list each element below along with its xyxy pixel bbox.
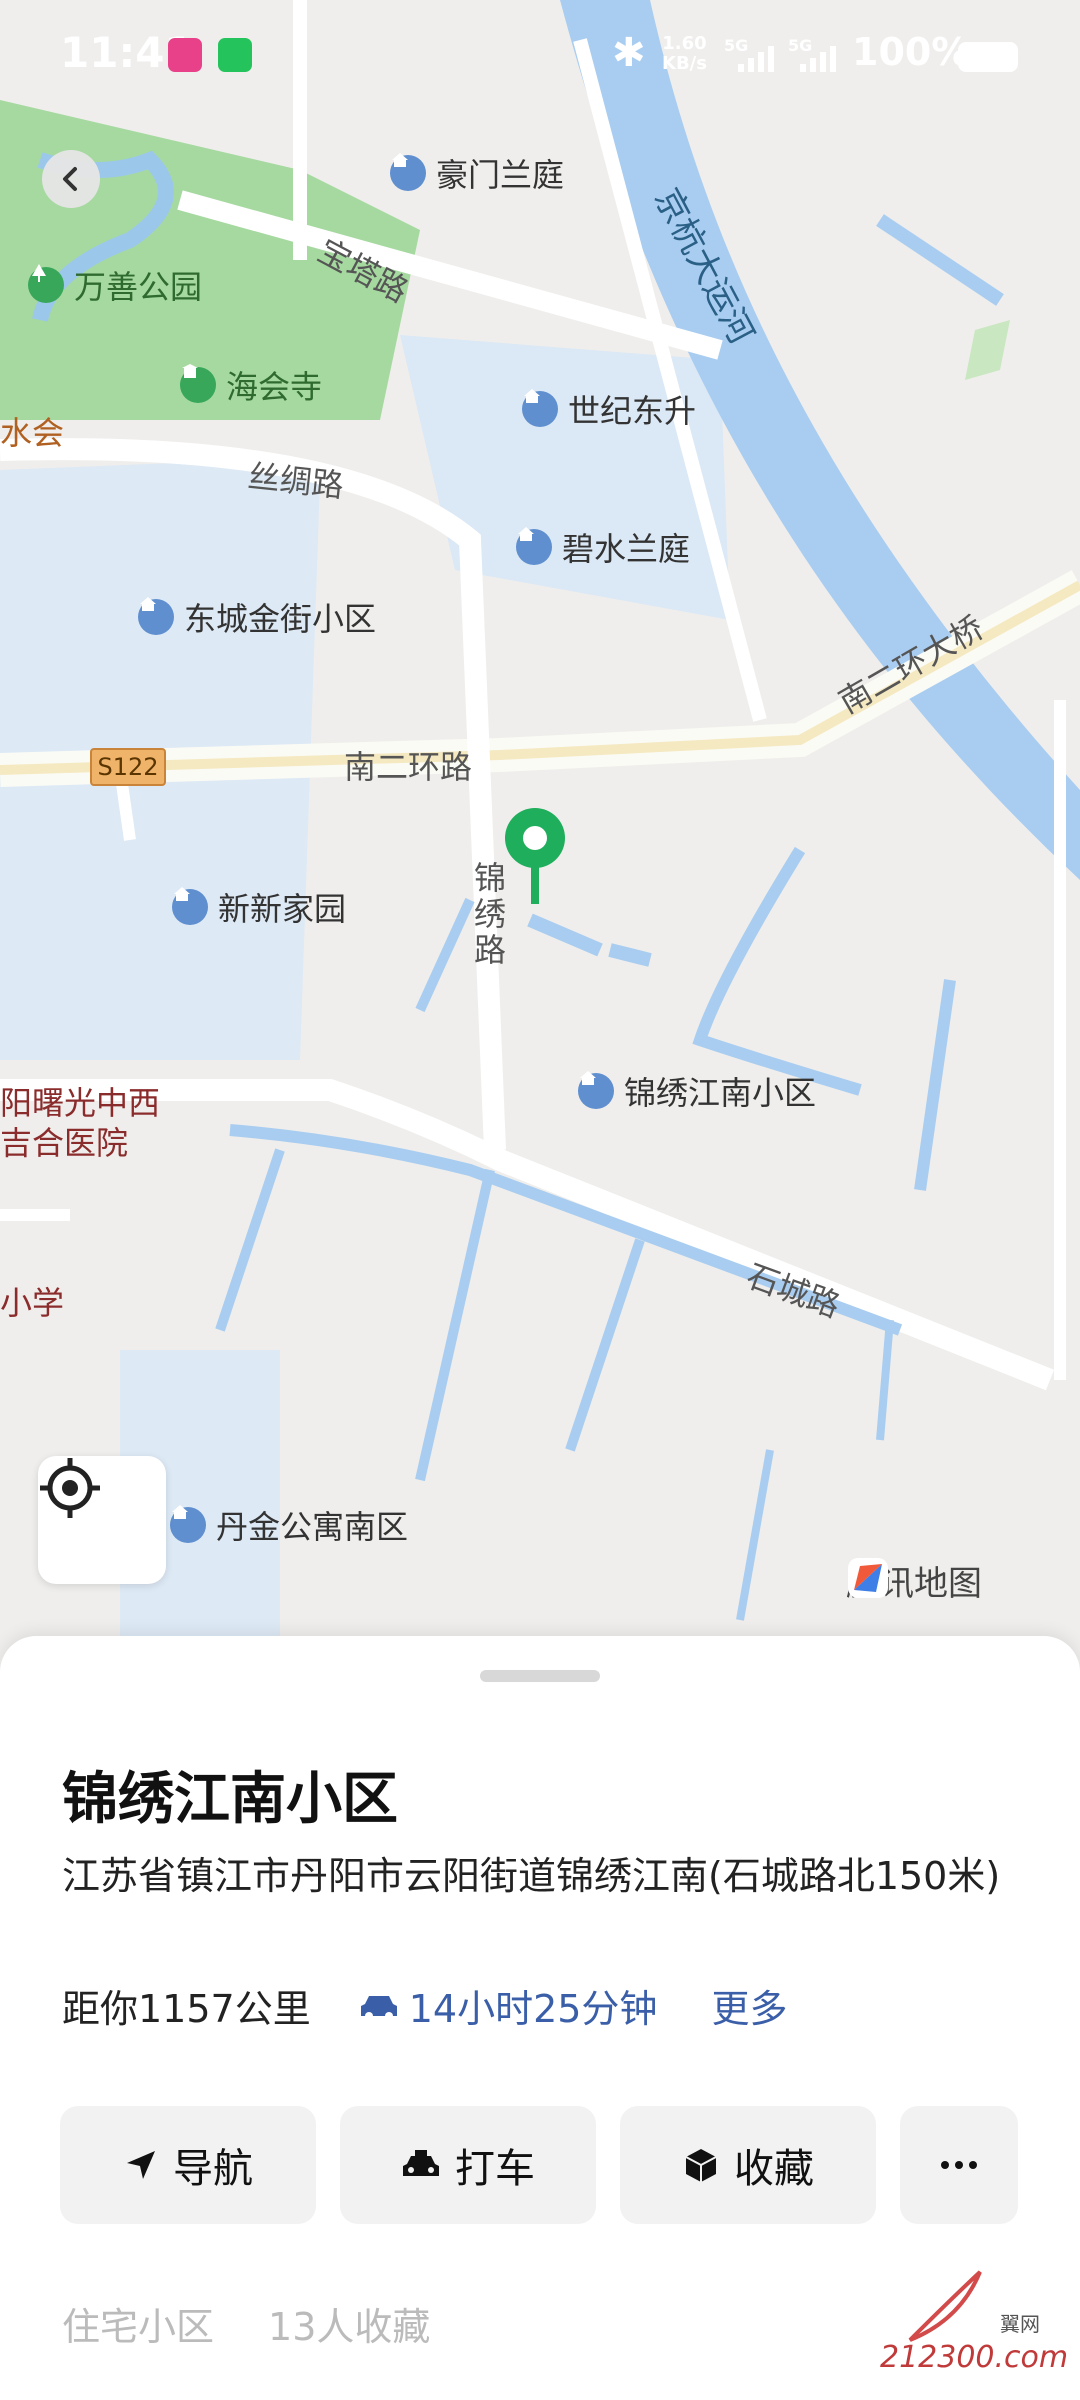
favorite-label: 收藏: [734, 2146, 814, 2192]
crosshair-icon: [40, 1458, 100, 1518]
distance-text: 距你1157公里: [62, 1987, 311, 2031]
destination-pin[interactable]: [505, 808, 565, 904]
home-icon: [516, 527, 552, 565]
residential-block: [400, 335, 730, 620]
map-view[interactable]: 豪门兰庭 万善公园 宝塔路 海会寺 水会 京杭大运河 世纪东升 丝绸路 碧水兰庭…: [0, 0, 1080, 1660]
home-icon: [522, 389, 558, 427]
home-icon: [578, 1071, 614, 1109]
distance-row: 距你1157公里 14小时25分钟 更多: [62, 1978, 787, 2033]
favorite-button[interactable]: 收藏: [620, 2106, 876, 2224]
poi-shiji[interactable]: 世纪东升: [522, 386, 696, 432]
place-address: 江苏省镇江市丹阳市云阳街道锦绣江南(石城路北150米): [62, 1854, 1001, 1898]
more-link[interactable]: 更多: [711, 1978, 787, 2033]
sheet-drag-handle[interactable]: [480, 1670, 600, 1682]
label-school: 小学: [0, 1284, 65, 1322]
signal-bars-icon: [738, 46, 774, 72]
place-tags: 住宅小区 13人收藏: [62, 2296, 430, 2351]
watermark: 212300.com 翼网: [870, 2270, 1068, 2380]
label-jinxiu-road: 锦 绣 路: [474, 859, 507, 969]
more-dots-icon: [941, 2161, 977, 2169]
poi-jinxiu-community[interactable]: 锦绣江南小区: [578, 1068, 816, 1114]
temple-icon: [180, 364, 216, 403]
more-actions-button[interactable]: [900, 2106, 1018, 2224]
home-icon: [138, 597, 174, 635]
label-hospital-line2: 吉合医院: [0, 1124, 129, 1162]
box-favorite-icon: [685, 2149, 717, 2182]
park-icon: [28, 264, 64, 303]
car-icon: [360, 1995, 397, 2020]
poi-danjin[interactable]: 丹金公寓南区: [170, 1502, 408, 1548]
navigate-button[interactable]: 导航: [60, 2106, 316, 2224]
watermark-cn: 翼网: [1000, 2312, 1040, 2336]
drive-time-link[interactable]: 14小时25分钟: [359, 1978, 658, 2033]
highway-shield-s122: S122: [90, 748, 166, 786]
label-sichou-road: 丝绸路: [246, 457, 346, 505]
taxi-label: 打车: [455, 2146, 535, 2192]
notification-app-icon: [168, 38, 202, 72]
bluetooth-icon: ✱: [612, 30, 646, 76]
battery-icon: [958, 42, 1018, 72]
action-row: 导航 打车 收藏: [60, 2106, 1018, 2224]
watermark-logo-icon: [908, 2270, 982, 2342]
locate-me-button[interactable]: [38, 1456, 166, 1584]
navigation-arrow-icon: [127, 2151, 155, 2179]
signal-bars-icon: [800, 46, 836, 72]
navigate-label: 导航: [173, 2146, 253, 2192]
home-icon: [170, 1505, 206, 1543]
drive-time-text: 14小时25分钟: [408, 1987, 658, 2031]
tencent-map-logo: 腾讯地图: [846, 1556, 982, 1605]
watermark-site: 212300.com: [880, 2340, 1069, 2375]
label-haomen: 豪门兰庭: [390, 150, 564, 196]
label-nan2huan-road: 南二环路: [344, 748, 473, 786]
chevron-left-icon: [63, 167, 77, 191]
notification-check-icon: [218, 38, 252, 72]
poi-xinxin[interactable]: 新新家园: [172, 884, 346, 930]
status-bar: 11:41 ✱ 1.60 KB/s 5G 5G 100%: [0, 0, 1080, 110]
poi-haihui-temple[interactable]: 海会寺: [180, 362, 322, 408]
map-canvas[interactable]: [0, 0, 1080, 1660]
network-speed: 1.60 KB/s: [662, 33, 707, 74]
label-shuihui: 水会: [0, 414, 65, 452]
taxi-button[interactable]: 打车: [340, 2106, 596, 2224]
taxi-icon: [403, 2150, 439, 2176]
tencent-map-icon: [848, 1558, 888, 1598]
poi-bishui[interactable]: 碧水兰庭: [516, 524, 690, 570]
back-button[interactable]: [42, 150, 100, 208]
favorites-count: 13人收藏: [268, 2305, 431, 2349]
poi-dongcheng[interactable]: 东城金街小区: [138, 594, 376, 640]
poi-wanshan-park[interactable]: 万善公园: [28, 262, 202, 308]
home-icon: [172, 887, 208, 925]
place-title: 锦绣江南小区: [62, 1767, 398, 1832]
category-tag: 住宅小区: [62, 2305, 215, 2349]
battery-level: 100%: [852, 30, 970, 74]
